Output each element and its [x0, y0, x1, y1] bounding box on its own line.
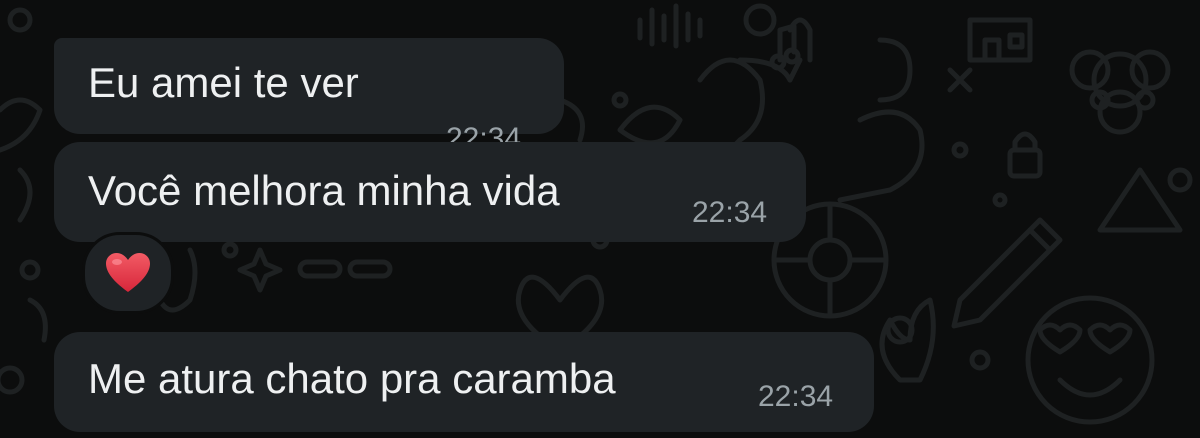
message-text: Eu amei te ver: [88, 59, 359, 106]
message-text: Você melhora minha vida: [88, 167, 560, 214]
message-bubble[interactable]: Eu amei te ver 22:34: [54, 38, 564, 154]
message-text: Me atura chato pra caramba: [88, 355, 616, 402]
message-bubble[interactable]: Me atura chato pra caramba 22:34: [54, 332, 874, 432]
heart-emoji-icon: [106, 253, 150, 292]
message-bubble[interactable]: Você melhora minha vida 22:34: [54, 142, 806, 242]
chat-background: Eu amei te ver 22:34 Você melhora minha …: [0, 0, 1200, 438]
message-time: 22:34: [692, 196, 768, 229]
message-time: 22:34: [758, 380, 834, 413]
message-reaction[interactable]: [82, 232, 174, 314]
